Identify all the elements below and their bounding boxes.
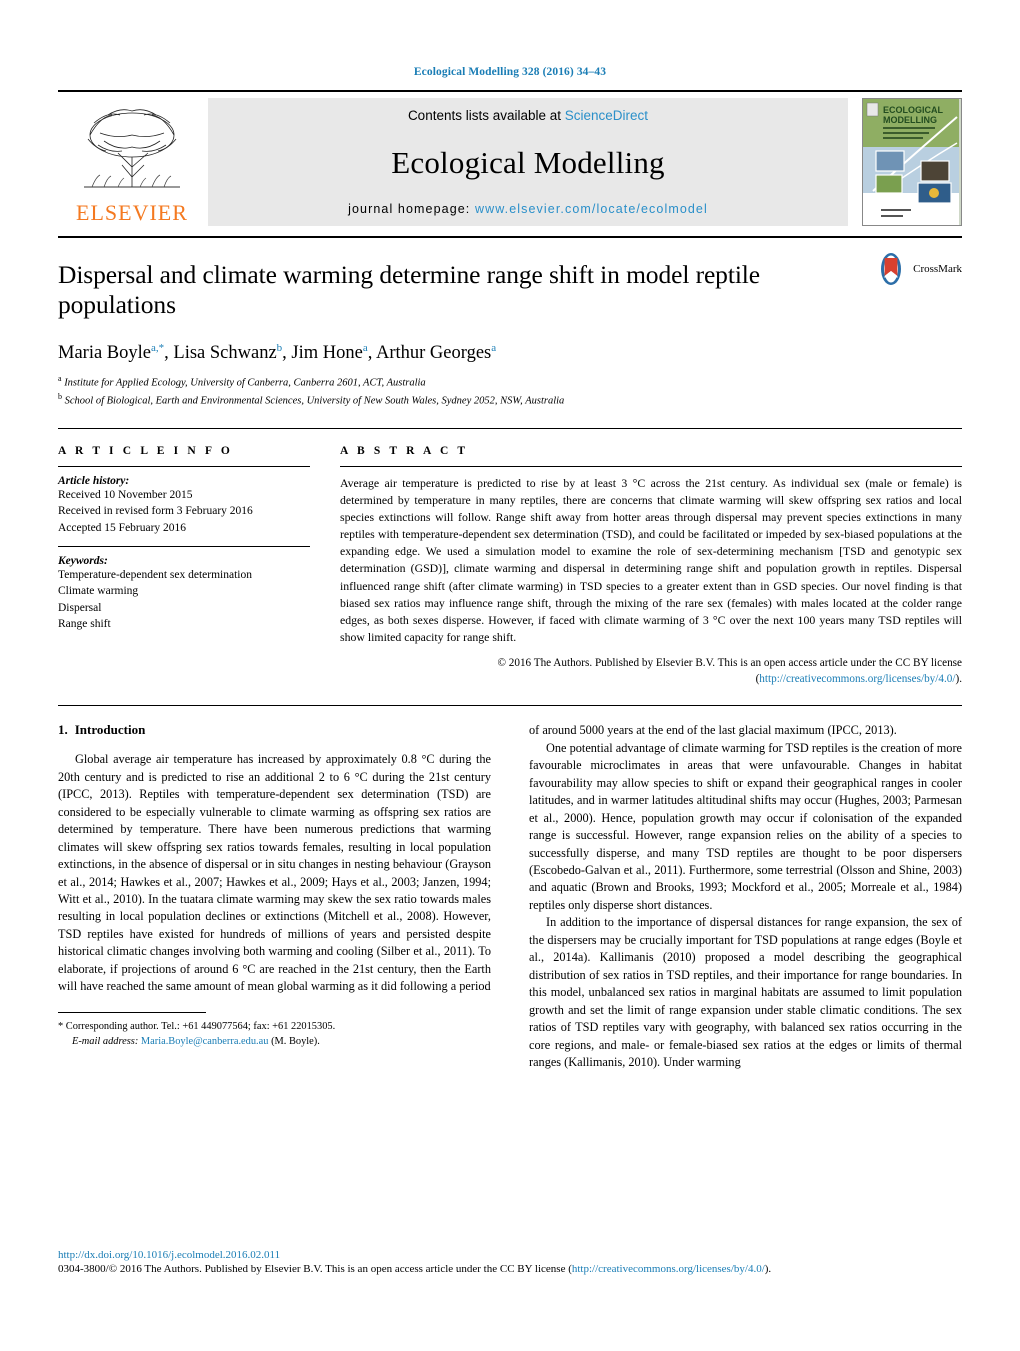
- crossmark-label: CrossMark: [913, 263, 962, 275]
- email-note: E-mail address: Maria.Boyle@canberra.edu…: [58, 1034, 491, 1049]
- issn-text: 0304-3800/© 2016 The Authors. Published …: [58, 1263, 572, 1275]
- issn-copyright-line: 0304-3800/© 2016 The Authors. Published …: [58, 1263, 962, 1275]
- article-info-column: A R T I C L E I N F O Article history: R…: [58, 445, 310, 687]
- title-block: Dispersal and climate warming determine …: [58, 238, 962, 410]
- homepage-prefix: journal homepage:: [348, 202, 475, 216]
- history-item: Accepted 15 February 2016: [58, 521, 187, 534]
- body-column-left: 1. Introduction Global average air temper…: [58, 722, 491, 1071]
- article-info-heading: A R T I C L E I N F O: [58, 445, 233, 457]
- author-marks: a: [362, 342, 368, 355]
- keyword-item: Dispersal: [58, 601, 102, 614]
- article-info-rule: [58, 466, 310, 467]
- affiliation-item: a Institute for Applied Ecology, Univers…: [58, 373, 962, 391]
- elsevier-logo: ELSEVIER: [58, 98, 206, 226]
- footer-cc-license-link[interactable]: http://creativecommons.org/licenses/by/4…: [572, 1263, 765, 1275]
- keyword-item: Climate warming: [58, 585, 139, 598]
- contents-available-line: Contents lists available at ScienceDirec…: [408, 108, 648, 123]
- footnote-rule: [58, 1011, 206, 1013]
- article-page: Ecological Modelling 328 (2016) 34–43 EL…: [0, 0, 1020, 1351]
- running-head: Ecological Modelling 328 (2016) 34–43: [413, 66, 607, 78]
- journal-cover-thumbnail: ECOLOGICAL MODELLING: [862, 98, 962, 226]
- keyword-item: Temperature-dependent sex determination: [58, 568, 252, 581]
- paragraph: One potential advantage of climate warmi…: [529, 740, 962, 912]
- body-column-right: of around 5000 years at the end of the l…: [529, 722, 962, 1071]
- elsevier-wordmark: ELSEVIER: [76, 200, 188, 225]
- journal-masthead: ELSEVIER Contents lists available at Sci…: [58, 90, 962, 226]
- keyword-item: Range shift: [58, 617, 111, 630]
- abstract-column: A B S T R A C T Average air temperature …: [340, 445, 962, 687]
- keywords-label: Keywords:: [58, 554, 108, 567]
- page-footer: http://dx.doi.org/10.1016/j.ecolmodel.20…: [58, 1249, 962, 1275]
- email-suffix: (M. Boyle).: [271, 1035, 320, 1047]
- corresponding-author-note: * Corresponding author. Tel.: +61 449077…: [58, 1020, 336, 1032]
- issn-suffix: ).: [764, 1263, 772, 1275]
- section-title: Introduction: [74, 722, 146, 738]
- section-number: 1.: [58, 722, 68, 738]
- author-list: Maria Boylea,*, Lisa Schwanzb, Jim Honea…: [58, 342, 497, 364]
- contents-prefix: Contents lists available at: [407, 108, 565, 123]
- author-marks: a: [491, 342, 497, 355]
- svg-text:MODELLING: MODELLING: [883, 115, 937, 125]
- elsevier-tree-icon: [84, 109, 180, 188]
- doi-link[interactable]: http://dx.doi.org/10.1016/j.ecolmodel.20…: [58, 1249, 962, 1261]
- author-name: Lisa Schwanz: [173, 343, 277, 364]
- author-name: Maria Boyle: [58, 343, 151, 364]
- footnote-block: * Corresponding author. Tel.: +61 449077…: [58, 1011, 491, 1049]
- email-link[interactable]: Maria.Boyle@canberra.edu.au: [141, 1036, 269, 1047]
- page-title: Dispersal and climate warming determine …: [58, 260, 761, 320]
- masthead-center-band: Contents lists available at ScienceDirec…: [208, 98, 848, 226]
- crossmark-icon: [881, 253, 902, 285]
- article-history-label: Article history:: [58, 475, 130, 487]
- abstract-bottom-rule: [58, 705, 962, 707]
- copyright-suffix: ).: [955, 673, 962, 686]
- sciencedirect-link[interactable]: ScienceDirect: [565, 108, 648, 123]
- author-marks: b: [276, 342, 283, 355]
- author-name: Jim Hone: [291, 343, 363, 364]
- history-item: Received in revised form 3 February 2016: [58, 505, 253, 518]
- cc-license-link[interactable]: http://creativecommons.org/licenses/by/4…: [759, 673, 955, 685]
- journal-cover-image: ECOLOGICAL MODELLING: [863, 99, 959, 225]
- journal-homepage-link[interactable]: www.elsevier.com/locate/ecolmodel: [475, 202, 708, 216]
- author-name: Arthur Georges: [375, 343, 492, 364]
- affiliation-list: a Institute for Applied Ecology, Univers…: [58, 373, 962, 408]
- body-columns: 1. Introduction Global average air temper…: [58, 722, 962, 1071]
- history-item: Received 10 November 2015: [58, 489, 193, 501]
- svg-text:ECOLOGICAL: ECOLOGICAL: [883, 105, 944, 115]
- email-label: E-mail address:: [72, 1035, 139, 1047]
- affiliation-text: School of Biological, Earth and Environm…: [64, 395, 565, 407]
- paragraph: Global average air temperature has incre…: [58, 752, 491, 994]
- section-heading-introduction: 1. Introduction: [58, 722, 491, 738]
- info-abstract-row: A R T I C L E I N F O Article history: R…: [58, 428, 962, 687]
- affiliation-mark: b: [58, 392, 62, 402]
- affiliation-item: b School of Biological, Earth and Enviro…: [58, 391, 962, 409]
- abstract-rule: [340, 466, 962, 467]
- keywords-rule: [58, 545, 310, 547]
- journal-homepage-line: journal homepage: www.elsevier.com/locat…: [348, 202, 708, 216]
- affiliation-text: Institute for Applied Ecology, Universit…: [64, 377, 426, 389]
- crossmark-badge[interactable]: CrossMark: [874, 252, 962, 286]
- paragraph: of around 5000 years at the end of the l…: [529, 723, 897, 738]
- abstract-copyright: © 2016 The Authors. Published by Elsevie…: [340, 655, 962, 687]
- affiliation-mark: a: [58, 374, 62, 384]
- journal-title: Ecological Modelling: [391, 144, 665, 180]
- paragraph: In addition to the importance of dispers…: [529, 915, 962, 1070]
- abstract-text: Average air temperature is predicted to …: [340, 476, 962, 644]
- author-marks: a,*: [151, 342, 165, 355]
- abstract-heading: A B S T R A C T: [340, 445, 469, 457]
